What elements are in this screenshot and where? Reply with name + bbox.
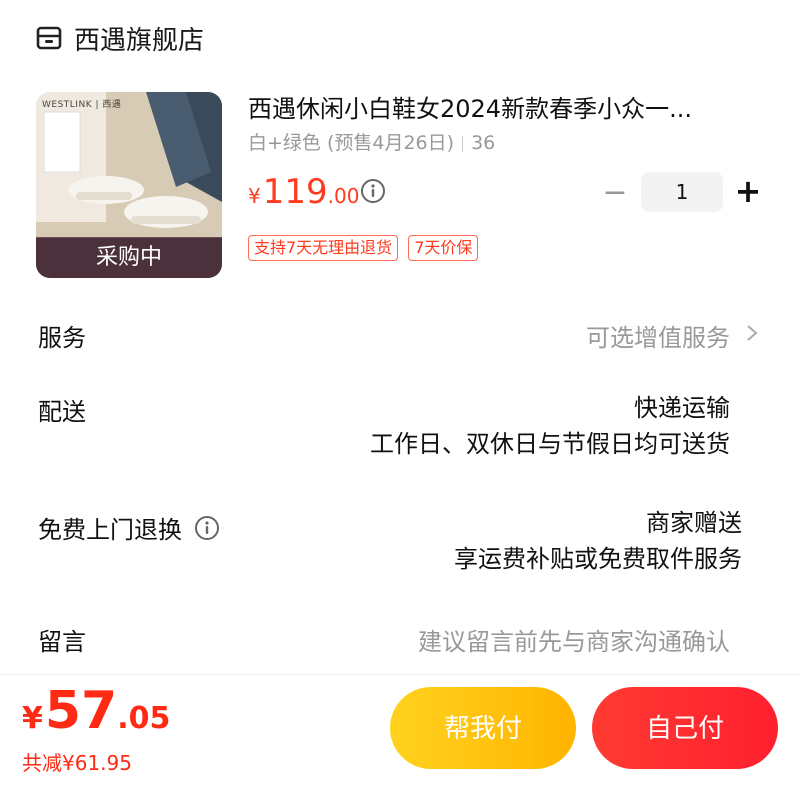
variant-text: 白+绿色 (预售4月26日)	[248, 132, 455, 154]
total-currency: ¥	[22, 701, 43, 736]
quantity-decrease-button[interactable]: −	[598, 176, 632, 210]
price-decimal: .00	[327, 184, 360, 208]
free-return-provider: 商家赠送	[646, 509, 742, 537]
store-icon	[36, 25, 62, 51]
quantity-increase-button[interactable]: +	[731, 174, 765, 208]
product-card: WESTLINK | 西遇 采购中 西遇休闲小白鞋女2024新款春季小众一...…	[36, 92, 766, 282]
product-title[interactable]: 西遇休闲小白鞋女2024新款春季小众一...	[248, 92, 758, 126]
price-info-icon[interactable]	[360, 178, 386, 204]
product-thumbnail[interactable]: WESTLINK | 西遇 采购中	[36, 92, 222, 278]
variant-divider	[462, 135, 464, 152]
message-input[interactable]: 建议留言前先与商家沟通确认	[418, 622, 730, 657]
product-tags: 支持7天无理由退货 7天价保	[248, 235, 479, 261]
chevron-right-icon[interactable]	[744, 318, 760, 348]
service-option-link[interactable]: 可选增值服务	[586, 318, 730, 353]
size-text: 36	[471, 132, 496, 154]
thumbnail-brand: WESTLINK | 西遇	[42, 100, 122, 110]
quantity-input[interactable]: 1	[641, 172, 723, 212]
unit-price: ¥ 119 .00	[248, 172, 359, 212]
store-header[interactable]: 西遇旗舰店	[36, 18, 204, 58]
message-label: 留言	[38, 628, 86, 656]
store-name: 西遇旗舰店	[74, 25, 205, 56]
price-currency: ¥	[248, 184, 261, 208]
total-decimal: .05	[117, 701, 171, 736]
free-return-info: 商家赠送 享运费补贴或免费取件服务	[454, 505, 742, 577]
service-label: 服务	[38, 324, 86, 352]
free-return-info-icon[interactable]	[194, 515, 220, 541]
price-integer: 119	[262, 172, 328, 212]
free-return-detail: 享运费补贴或免费取件服务	[454, 545, 742, 573]
delivery-method: 快递运输	[634, 394, 730, 422]
discount-summary[interactable]: 共减¥61.95	[22, 747, 132, 776]
total-integer: 57	[44, 681, 118, 741]
delivery-schedule: 工作日、双休日与节假日均可送货	[370, 430, 730, 458]
free-return-row-label: 免费上门退换	[38, 510, 220, 545]
delivery-label: 配送	[38, 398, 86, 426]
checkout-bar: ¥ 57 .05 共减¥61.95 帮我付 自己付	[0, 674, 800, 790]
help-me-pay-button[interactable]: 帮我付	[390, 687, 576, 769]
purchase-status-badge: 采购中	[36, 238, 222, 278]
total-price: ¥ 57 .05	[22, 681, 170, 741]
free-return-label: 免费上门退换	[38, 516, 182, 544]
pay-myself-button[interactable]: 自己付	[592, 687, 778, 769]
price-protect-tag[interactable]: 7天价保	[408, 235, 479, 261]
return-policy-tag[interactable]: 支持7天无理由退货	[248, 235, 399, 261]
delivery-info[interactable]: 快递运输 工作日、双休日与节假日均可送货	[370, 390, 730, 462]
product-variant[interactable]: 白+绿色 (预售4月26日) 36	[248, 128, 495, 155]
